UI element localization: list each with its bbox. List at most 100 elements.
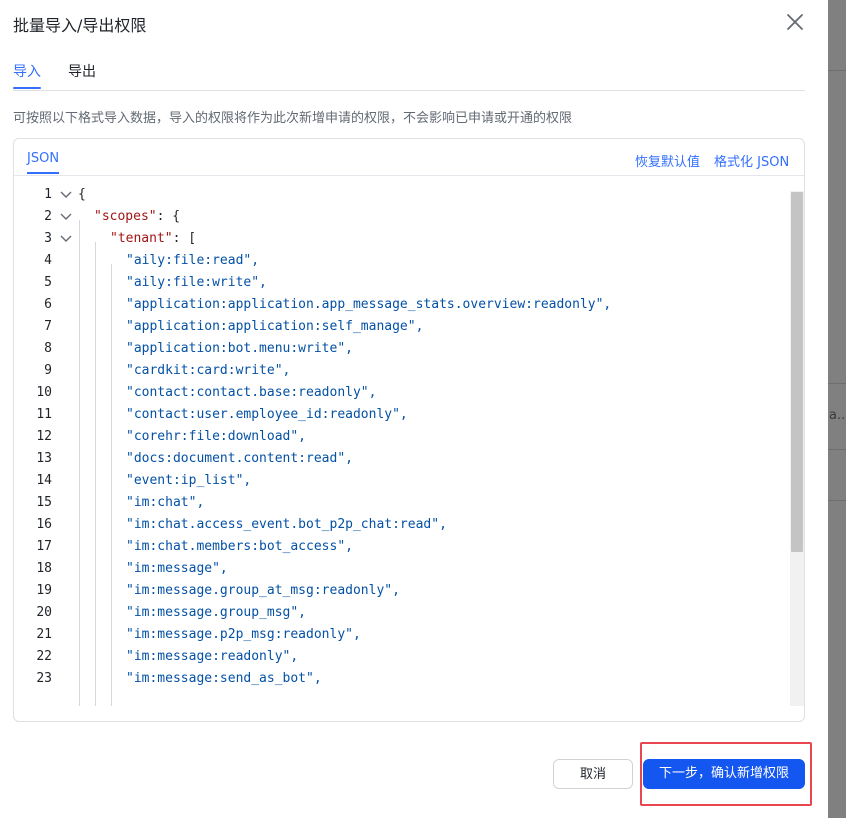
- tab-export[interactable]: 导出: [68, 61, 96, 81]
- code-text: {: [78, 184, 86, 206]
- code-text: "docs:document.content:read",: [126, 448, 353, 470]
- tab-import[interactable]: 导入: [13, 61, 41, 81]
- json-string: "im:message",: [126, 561, 228, 576]
- code-line: 16 "im:chat.access_event.bot_p2p_chat:rea…: [14, 514, 794, 536]
- code-line: 11 "contact:user.employee_id:readonly",: [14, 404, 794, 426]
- json-string: "im:chat.members:bot_access",: [126, 539, 353, 554]
- json-key: "tenant": [110, 231, 173, 246]
- line-number: 2: [44, 209, 52, 224]
- code-text: "corehr:file:download",: [126, 426, 306, 448]
- json-tab-indicator: [27, 172, 59, 174]
- line-number: 6: [44, 297, 52, 312]
- code-line: 20 "im:message.group_msg",: [14, 602, 794, 624]
- line-number: 4: [44, 253, 52, 268]
- code-line: 22 "im:message:readonly",: [14, 646, 794, 668]
- json-string: "im:message.group_at_msg:readonly",: [126, 583, 400, 598]
- code-line: 7 "application:application:self_manage",: [14, 316, 794, 338]
- line-number: 16: [36, 517, 52, 532]
- code-line: 9 "cardkit:card:write",: [14, 360, 794, 382]
- code-text: "im:message:send_as_bot",: [126, 668, 322, 690]
- cancel-button[interactable]: 取消: [553, 759, 633, 789]
- line-number: 10: [36, 385, 52, 400]
- dialog-title: 批量导入/导出权限: [13, 16, 147, 35]
- json-string: "im:message.group_msg",: [126, 605, 307, 620]
- line-number: 12: [36, 429, 52, 444]
- json-string: "aily:file:read",: [126, 253, 260, 268]
- code-line: 3 "tenant": [: [14, 228, 794, 250]
- code-text: "application:bot.menu:write",: [126, 338, 353, 360]
- batch-permission-dialog: 批量导入/导出权限 导入 导出 可按照以下格式导入数据，导入的权限将作为此次新增…: [0, 0, 828, 818]
- code-line: 13 "docs:document.content:read",: [14, 448, 794, 470]
- code-text: "aily:file:write",: [126, 272, 267, 294]
- close-icon[interactable]: [784, 11, 806, 33]
- code-line: 10 "contact:contact.base:readonly",: [14, 382, 794, 404]
- tabs-divider: [13, 90, 805, 91]
- code-line: 23 "im:message:send_as_bot",: [14, 668, 794, 690]
- code-line: 12 "corehr:file:download",: [14, 426, 794, 448]
- line-number: 22: [36, 649, 52, 664]
- code-line: 1{: [14, 184, 794, 206]
- code-text: "application:application.app_message_sta…: [126, 294, 611, 316]
- code-editor[interactable]: 1{2 "scopes": {3 "tenant": [4 "aily:file:re…: [14, 176, 804, 706]
- fold-chevron-icon[interactable]: [59, 188, 73, 202]
- line-number: 11: [36, 407, 52, 422]
- json-string: "application:application.app_message_sta…: [126, 297, 612, 312]
- json-punctuation: : [: [172, 231, 197, 246]
- code-text: "im:chat.access_event.bot_p2p_chat:read"…: [126, 514, 447, 536]
- code-text: "contact:contact.base:readonly",: [126, 382, 376, 404]
- background-divider: [828, 449, 846, 450]
- line-number: 13: [36, 451, 52, 466]
- editor-scrollbar-thumb[interactable]: [791, 192, 803, 552]
- code-line: 14 "event:ip_list",: [14, 470, 794, 492]
- code-line: 21 "im:message.p2p_msg:readonly",: [14, 624, 794, 646]
- fold-chevron-icon[interactable]: [59, 232, 73, 246]
- import-hint: 可按照以下格式导入数据，导入的权限将作为此次新增申请的权限，不会影响已申请或开通…: [13, 111, 573, 126]
- code-text: "im:message",: [126, 558, 228, 580]
- json-string: "application:bot.menu:write",: [126, 341, 353, 356]
- active-tab-indicator: [13, 87, 41, 89]
- line-number: 5: [44, 275, 52, 290]
- json-string: "im:chat.access_event.bot_p2p_chat:read"…: [126, 517, 447, 532]
- line-number: 9: [44, 363, 52, 378]
- json-string: "aily:file:write",: [126, 275, 267, 290]
- code-text: "event:ip_list",: [126, 470, 251, 492]
- code-text: "im:chat",: [126, 492, 204, 514]
- code-text: "tenant": [: [110, 228, 196, 250]
- restore-default-link[interactable]: 恢复默认值: [635, 151, 700, 170]
- background-truncated-text: a...: [829, 408, 846, 423]
- code-line: 18 "im:message",: [14, 558, 794, 580]
- code-text: "im:message:readonly",: [126, 646, 298, 668]
- line-number: 1: [44, 187, 52, 202]
- code-text: "application:application:self_manage",: [126, 316, 423, 338]
- code-text: "im:message.group_msg",: [126, 602, 306, 624]
- json-punctuation: : {: [156, 209, 181, 224]
- json-key: "scopes": [94, 209, 157, 224]
- json-string: "contact:contact.base:readonly",: [126, 385, 377, 400]
- json-string: "cardkit:card:write",: [126, 363, 291, 378]
- code-text: "im:message.group_at_msg:readonly",: [126, 580, 400, 602]
- code-text: "scopes": {: [94, 206, 180, 228]
- editor-header: JSON 恢复默认值 格式化 JSON: [14, 139, 804, 176]
- background-divider: [828, 70, 846, 71]
- background-divider: [828, 383, 846, 384]
- json-editor-panel: JSON 恢复默认值 格式化 JSON 1{2 "scopes": {3 "tena…: [13, 138, 805, 722]
- fold-chevron-icon[interactable]: [59, 210, 73, 224]
- format-json-link[interactable]: 格式化 JSON: [714, 151, 789, 170]
- code-line: 15 "im:chat",: [14, 492, 794, 514]
- code-line: 8 "application:bot.menu:write",: [14, 338, 794, 360]
- json-string: "corehr:file:download",: [126, 429, 307, 444]
- code-text: "contact:user.employee_id:readonly",: [126, 404, 408, 426]
- line-number: 17: [36, 539, 52, 554]
- line-number: 14: [36, 473, 52, 488]
- json-string: "im:chat",: [126, 495, 205, 510]
- tab-json[interactable]: JSON: [27, 151, 59, 166]
- line-number: 15: [36, 495, 52, 510]
- code-line: 4 "aily:file:read",: [14, 250, 794, 272]
- json-string: "im:message:readonly",: [126, 649, 299, 664]
- json-string: "im:message:send_as_bot",: [126, 671, 322, 686]
- background-divider: [828, 500, 846, 501]
- code-line: 17 "im:chat.members:bot_access",: [14, 536, 794, 558]
- highlight-annotation-box: [640, 742, 812, 806]
- json-string: "contact:user.employee_id:readonly",: [126, 407, 408, 422]
- json-string: "application:application:self_manage",: [126, 319, 424, 334]
